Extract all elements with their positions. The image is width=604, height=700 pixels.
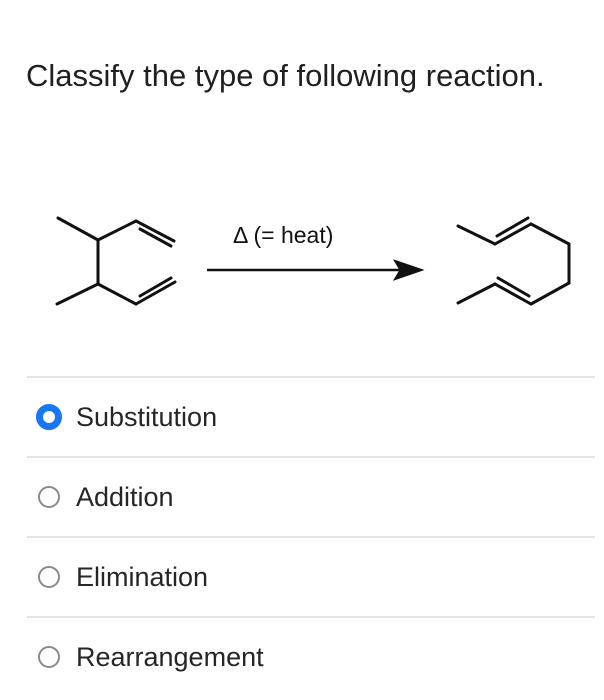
heat-condition-label: Δ (= heat) xyxy=(233,222,334,248)
product-structure xyxy=(456,216,571,306)
option-label: Elimination xyxy=(76,562,209,592)
option-elimination[interactable]: Elimination xyxy=(27,538,595,616)
reaction-arrow xyxy=(207,259,425,281)
option-rearrangement[interactable]: Rearrangement xyxy=(27,618,595,696)
question-text: Classify the type of following reaction. xyxy=(26,58,545,93)
radio-unselected-icon[interactable] xyxy=(38,646,60,668)
reaction-scheme: Δ (= heat) xyxy=(40,200,600,330)
radio-selected-icon[interactable] xyxy=(36,404,62,430)
option-addition[interactable]: Addition xyxy=(27,458,595,536)
option-label: Substitution xyxy=(76,402,218,432)
radio-unselected-icon[interactable] xyxy=(38,566,60,588)
option-label: Addition xyxy=(76,482,174,512)
answer-options: Substitution Addition Elimination Rearra… xyxy=(27,376,595,696)
option-substitution[interactable]: Substitution xyxy=(27,378,595,456)
reactant-structure xyxy=(55,216,177,306)
radio-unselected-icon[interactable] xyxy=(38,486,60,508)
option-label: Rearrangement xyxy=(76,642,264,672)
